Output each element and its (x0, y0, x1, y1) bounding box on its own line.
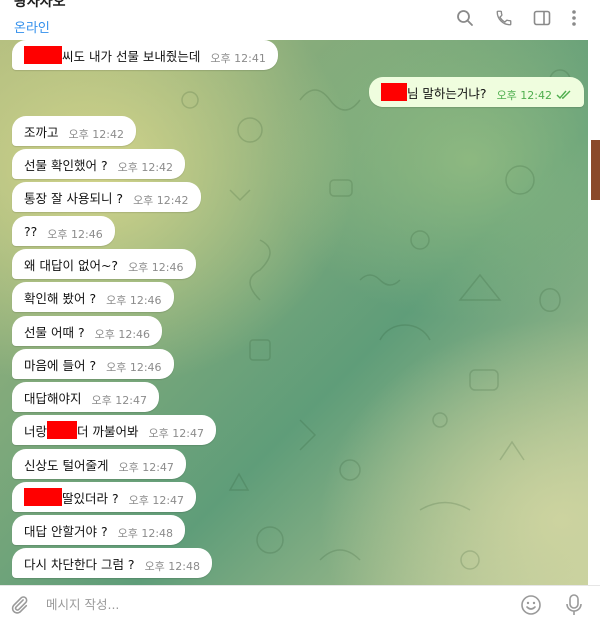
redaction-box (24, 488, 62, 506)
message-time: 오후 12:47 (118, 461, 174, 474)
incoming-message[interactable]: 대답해야지 오후 12:47 (12, 382, 159, 412)
message-time: 오후 12:47 (128, 494, 185, 507)
incoming-message[interactable]: 확인해 봤어 ? 오후 12:46 (12, 282, 174, 312)
incoming-message[interactable]: 통장 잘 사용되니 ? 오후 12:42 (12, 182, 201, 212)
message-text: 님 말하는거냐? (380, 83, 487, 102)
message-time: 오후 12:46 (106, 361, 162, 374)
paperclip-icon[interactable] (8, 594, 30, 616)
sidebar-toggle-icon[interactable] (530, 6, 554, 30)
online-status: 온라인 (14, 21, 50, 36)
message-text-part: 더 까불어봐 (77, 423, 139, 439)
message-time: 오후 12:46 (94, 328, 151, 341)
message-text-part: 신상도 털어줄게 (24, 457, 109, 473)
incoming-message[interactable]: 대답 안할거야 ? 오후 12:48 (12, 515, 186, 545)
message-text: 선물 어때 ? (24, 322, 85, 341)
redaction-box (47, 421, 78, 439)
message-text-part: 왜 대답이 없어~? (24, 257, 119, 273)
message-text: 통장 잘 사용되니 ? (24, 188, 123, 207)
message-text: 조까고 (24, 122, 59, 141)
message-time: 오후 12:47 (148, 427, 204, 440)
search-icon[interactable] (453, 6, 477, 30)
incoming-message[interactable]: ?? 오후 12:46 (12, 216, 115, 246)
emoji-icon[interactable] (520, 594, 542, 616)
message-text-part: 확인해 봤어 ? (24, 290, 97, 306)
chat-area[interactable]: 씨도 내가 선물 보내줬는데 오후 12:41 님 말하는거냐? 오후 12:42 조까… (0, 40, 588, 585)
message-time: 오후 12:42 (133, 194, 189, 207)
message-time: 오후 12:48 (117, 527, 174, 540)
message-time: 오후 12:47 (91, 394, 147, 407)
message-text: 왜 대답이 없어~? (24, 255, 118, 274)
message-input[interactable] (46, 590, 466, 618)
message-text-part: 마음에 들어 ? (24, 357, 97, 373)
incoming-message[interactable]: 딸있더라 ? 오후 12:47 (12, 482, 197, 512)
message-text: 대답 안할거야 ? (24, 521, 108, 540)
message-text: 확인해 봤어 ? (24, 288, 96, 307)
message-time: 오후 12:48 (144, 560, 200, 573)
message-text-part: 다시 차단한다 그럼 ? (24, 556, 135, 572)
microphone-icon[interactable] (563, 593, 585, 617)
message-text: 너랑 더 까불어봐 (24, 421, 139, 440)
outgoing-message[interactable]: 님 말하는거냐? 오후 12:42 (368, 77, 584, 107)
incoming-message[interactable]: 왜 대답이 없어~? 오후 12:46 (12, 249, 196, 279)
incoming-message[interactable]: 마음에 들어 ? 오후 12:46 (12, 349, 174, 379)
incoming-message[interactable]: 신상도 털어줄게 오후 12:47 (12, 449, 186, 479)
message-text-part: 선물 확인했어 ? (24, 157, 108, 173)
message-text: 딸있더라 ? (24, 488, 119, 507)
message-time: 오후 12:42 (68, 128, 124, 141)
more-vert-icon[interactable] (562, 6, 586, 30)
message-composer (0, 585, 600, 621)
incoming-message[interactable]: 씨도 내가 선물 보내줬는데 오후 12:41 (12, 40, 278, 70)
message-text: 마음에 들어 ? (24, 355, 96, 374)
chat-title[interactable]: 왕사자오 (14, 0, 66, 11)
message-text: 선물 확인했어 ? (24, 155, 108, 174)
incoming-message[interactable]: 조까고 오후 12:42 (12, 116, 136, 146)
phone-icon[interactable] (492, 6, 516, 30)
message-text-part: 대답 안할거야 ? (24, 523, 108, 539)
message-text-part: 대답해야지 (24, 390, 82, 406)
chat-header: 왕사자오 온라인 (0, 0, 600, 40)
message-time: 오후 12:42 (117, 161, 174, 174)
window-edge (588, 40, 600, 585)
message-time: 오후 12:41 (210, 52, 266, 65)
message-time: 오후 12:42 (496, 89, 552, 102)
message-text: 신상도 털어줄게 (24, 455, 108, 474)
message-text-part: 딸있더라 ? (62, 490, 119, 506)
message-text-part: ?? (24, 223, 38, 239)
incoming-message[interactable]: 너랑 더 까불어봐 오후 12:47 (12, 415, 216, 445)
incoming-message[interactable]: 선물 확인했어 ? 오후 12:42 (12, 149, 186, 179)
incoming-message[interactable]: 다시 차단한다 그럼 ? 오후 12:48 (12, 548, 212, 578)
message-text: 씨도 내가 선물 보내줬는데 (24, 46, 200, 65)
message-time: 오후 12:46 (128, 261, 184, 274)
message-time: 오후 12:46 (106, 294, 162, 307)
message-text: 다시 차단한다 그럼 ? (24, 554, 135, 573)
message-text-part: 너랑 (24, 423, 48, 439)
message-text: ?? (24, 224, 37, 239)
double-check-icon (556, 90, 571, 100)
redaction-box (380, 83, 407, 101)
message-text-part: 님 말하는거냐? (406, 85, 487, 101)
message-text-part: 씨도 내가 선물 보내줬는데 (62, 48, 201, 64)
message-text-part: 통장 잘 사용되니 ? (24, 190, 124, 206)
message-text: 대답해야지 (24, 388, 82, 407)
message-text-part: 조까고 (24, 124, 59, 140)
message-time: 오후 12:46 (47, 228, 103, 241)
redaction-box (24, 46, 62, 64)
message-text-part: 선물 어때 ? (24, 324, 85, 340)
incoming-message[interactable]: 선물 어때 ? 오후 12:46 (12, 316, 163, 346)
